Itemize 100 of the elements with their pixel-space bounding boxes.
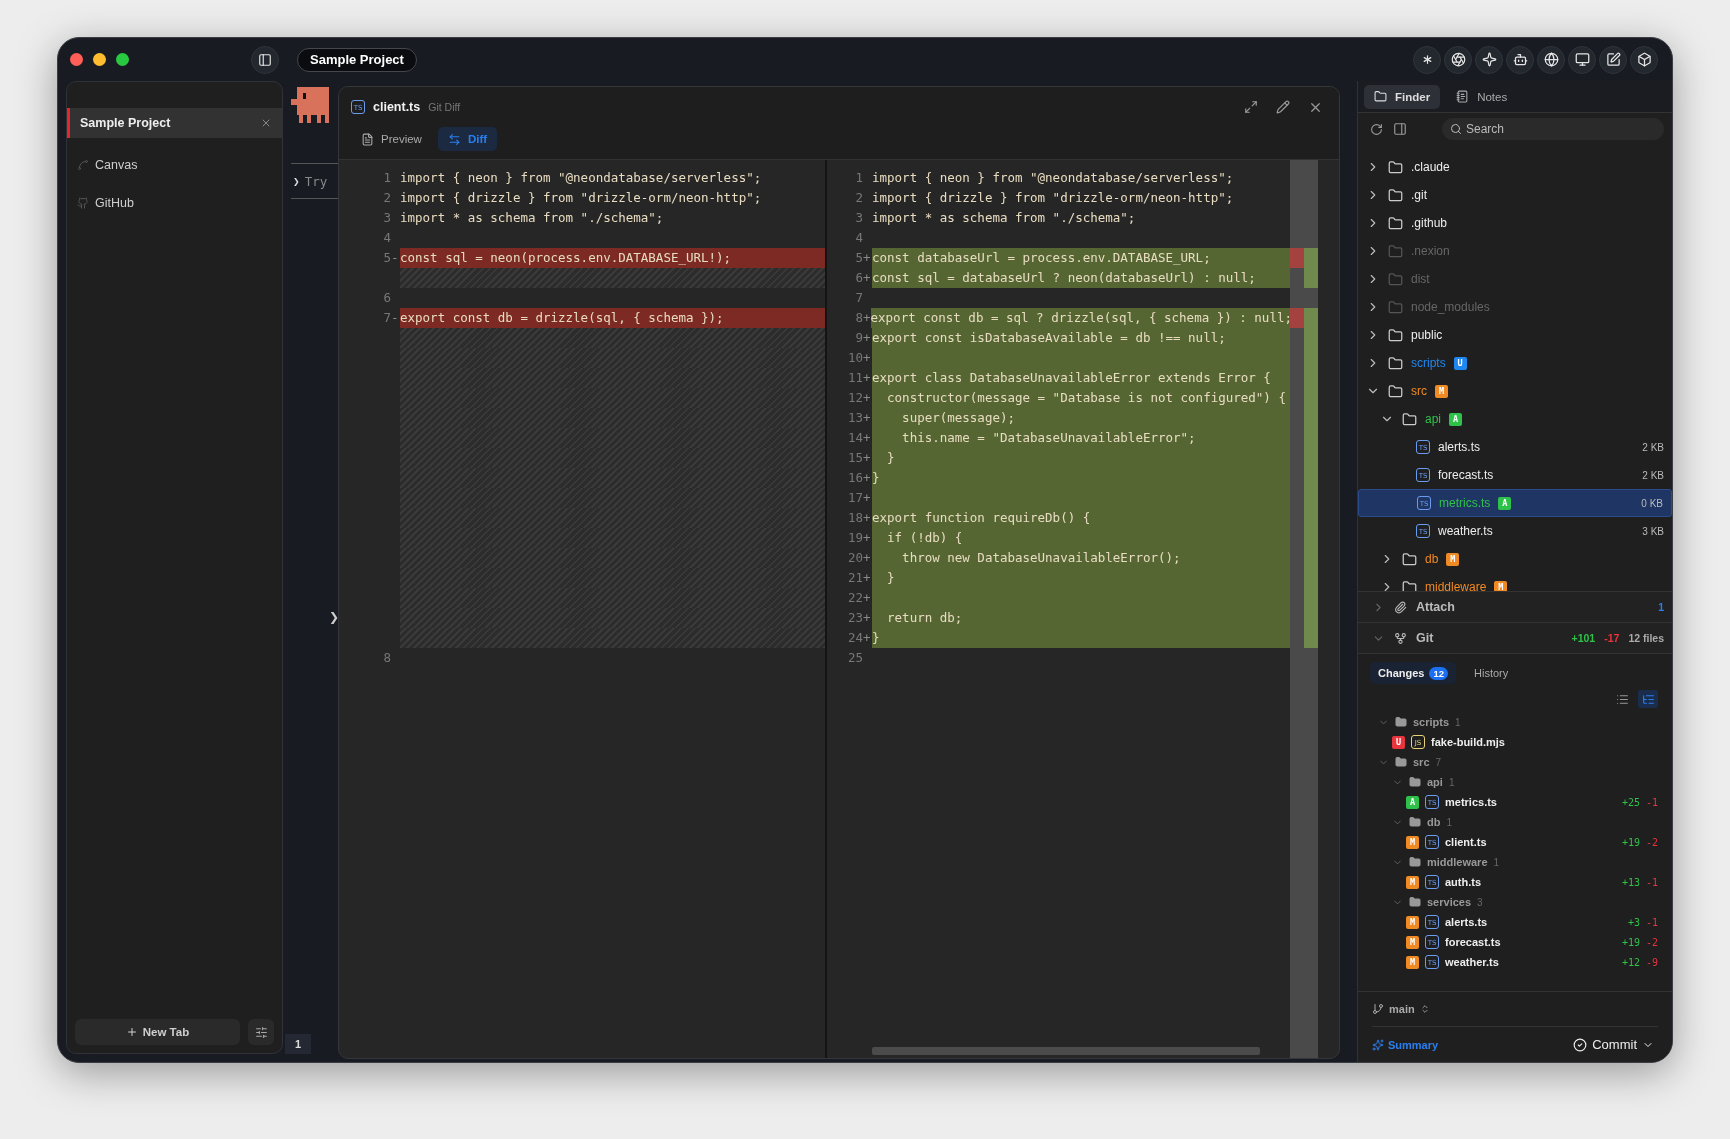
zoom-light[interactable] — [116, 53, 129, 66]
added-count: +3 — [1627, 916, 1640, 928]
item-name: forecast.ts — [1438, 468, 1494, 482]
item-name: .nexion — [1411, 244, 1450, 258]
file-count: 1 — [1455, 716, 1461, 728]
line-number: 14 — [846, 429, 863, 447]
search-icon — [1450, 123, 1462, 135]
globe-button[interactable] — [1537, 45, 1565, 74]
change-folder[interactable]: services 3 — [1358, 892, 1672, 912]
status-badge: U — [1453, 356, 1467, 370]
change-folder[interactable]: middleware 1 — [1358, 852, 1672, 872]
sliders-icon — [254, 1025, 268, 1039]
removed-count: -2 — [1645, 936, 1658, 948]
aperture-button[interactable] — [1444, 45, 1472, 74]
sparkle-button[interactable] — [1475, 45, 1503, 74]
tree-view-button[interactable] — [1638, 690, 1658, 708]
change-folder[interactable]: db 1 — [1358, 812, 1672, 832]
panel-icon[interactable] — [1393, 122, 1407, 136]
horizontal-scrollbar[interactable] — [872, 1047, 1260, 1055]
burst-button[interactable] — [1413, 45, 1441, 74]
added-count: +19 — [1621, 936, 1640, 948]
change-folder[interactable]: src 7 — [1358, 752, 1672, 772]
sidebar-toggle-button[interactable] — [251, 45, 279, 74]
status-badge: A — [1498, 496, 1512, 510]
close-light[interactable] — [70, 53, 83, 66]
expand-icon[interactable] — [1244, 99, 1258, 114]
search-field[interactable]: Search — [1442, 118, 1664, 140]
item-name: .claude — [1411, 160, 1450, 174]
tree-item[interactable]: public — [1358, 321, 1672, 349]
summary-button[interactable]: Summary — [1372, 1038, 1439, 1051]
view-tab[interactable]: Diff — [437, 127, 498, 151]
diff-sign: + — [863, 509, 872, 527]
file-size: 0 KB — [1641, 497, 1663, 509]
monitor-icon — [1574, 52, 1590, 67]
diff-sign: + — [863, 449, 872, 467]
file-name: auth.ts — [1445, 876, 1482, 888]
section-title: Git — [1416, 631, 1434, 645]
sidebar-item[interactable]: GitHub — [67, 184, 282, 222]
diff-sign: + — [863, 489, 872, 507]
diff-sign: + — [863, 329, 872, 347]
minimize-light[interactable] — [93, 53, 106, 66]
robot-button[interactable] — [1506, 45, 1534, 74]
diff-sign: + — [863, 629, 872, 647]
check-circle-icon — [1573, 1037, 1588, 1052]
project-tab[interactable]: Sample Project — [67, 108, 282, 138]
commit-button[interactable]: Commit — [1573, 1037, 1654, 1052]
item-name: scripts — [1411, 356, 1446, 370]
file-count: 3 — [1477, 896, 1483, 908]
tree-item[interactable]: src M — [1358, 377, 1672, 405]
diff-sign: + — [863, 389, 872, 407]
removed-count: -1 — [1645, 876, 1658, 888]
panel-tab[interactable]: Notes — [1446, 84, 1518, 109]
tree-item[interactable]: .git — [1358, 181, 1672, 209]
cube-button[interactable] — [1630, 45, 1658, 74]
folder-icon — [1395, 716, 1407, 728]
branch-selector[interactable]: main — [1372, 992, 1430, 1026]
settings-button[interactable] — [248, 1019, 274, 1045]
paperclip-icon — [1394, 600, 1407, 614]
tree-item[interactable]: db M — [1358, 545, 1672, 573]
line-number: 18 — [846, 509, 863, 527]
git-tab[interactable]: Changes 12 — [1370, 662, 1457, 684]
diff-sign: + — [863, 369, 872, 387]
change-folder[interactable]: api 1 — [1358, 772, 1672, 792]
item-name: alerts.ts — [1438, 440, 1480, 454]
line-number: 25 — [846, 649, 863, 667]
added-count: +25 — [1621, 796, 1640, 808]
line-number: 2 — [382, 189, 391, 207]
line-number: 20 — [846, 549, 863, 567]
list-icon — [1615, 692, 1629, 706]
collapse-handle[interactable]: ❯ — [329, 609, 338, 624]
tree-item[interactable]: scripts U — [1358, 349, 1672, 377]
line-number: 7 — [854, 289, 863, 307]
section-title: Attach — [1416, 600, 1455, 614]
tree-item[interactable]: api A — [1358, 405, 1672, 433]
close-icon[interactable] — [260, 117, 272, 129]
folder-name: src — [1413, 756, 1430, 768]
line-number: 15 — [846, 449, 863, 467]
monitor-button[interactable] — [1568, 45, 1596, 74]
item-name: .git — [1411, 188, 1427, 202]
pencil-icon[interactable] — [1276, 99, 1290, 114]
file-count: 1 — [1446, 816, 1452, 828]
git-tab[interactable]: History — [1466, 662, 1517, 684]
file-count: 1 — [1493, 856, 1500, 868]
tree-item[interactable]: .github — [1358, 209, 1672, 237]
file-count: 1 — [1448, 776, 1455, 788]
line-number: 19 — [846, 529, 863, 547]
change-folder[interactable]: scripts 1 — [1358, 712, 1672, 732]
item-label: GitHub — [95, 196, 134, 210]
status-badge: M — [1406, 955, 1419, 969]
refresh-icon[interactable] — [1370, 122, 1383, 136]
new-tab-button[interactable]: New Tab — [75, 1019, 240, 1045]
compose-button[interactable] — [1599, 45, 1627, 74]
line-number: 2 — [854, 189, 863, 207]
added-count: +19 — [1621, 836, 1640, 848]
tree-item[interactable]: .claude — [1358, 153, 1672, 181]
sidebar-item[interactable]: Canvas — [67, 146, 282, 184]
files-count: 12 files — [1628, 632, 1664, 644]
panel-tab[interactable]: Finder — [1364, 84, 1441, 109]
view-tab[interactable]: Preview — [351, 127, 432, 151]
line-number: 3 — [854, 209, 863, 227]
